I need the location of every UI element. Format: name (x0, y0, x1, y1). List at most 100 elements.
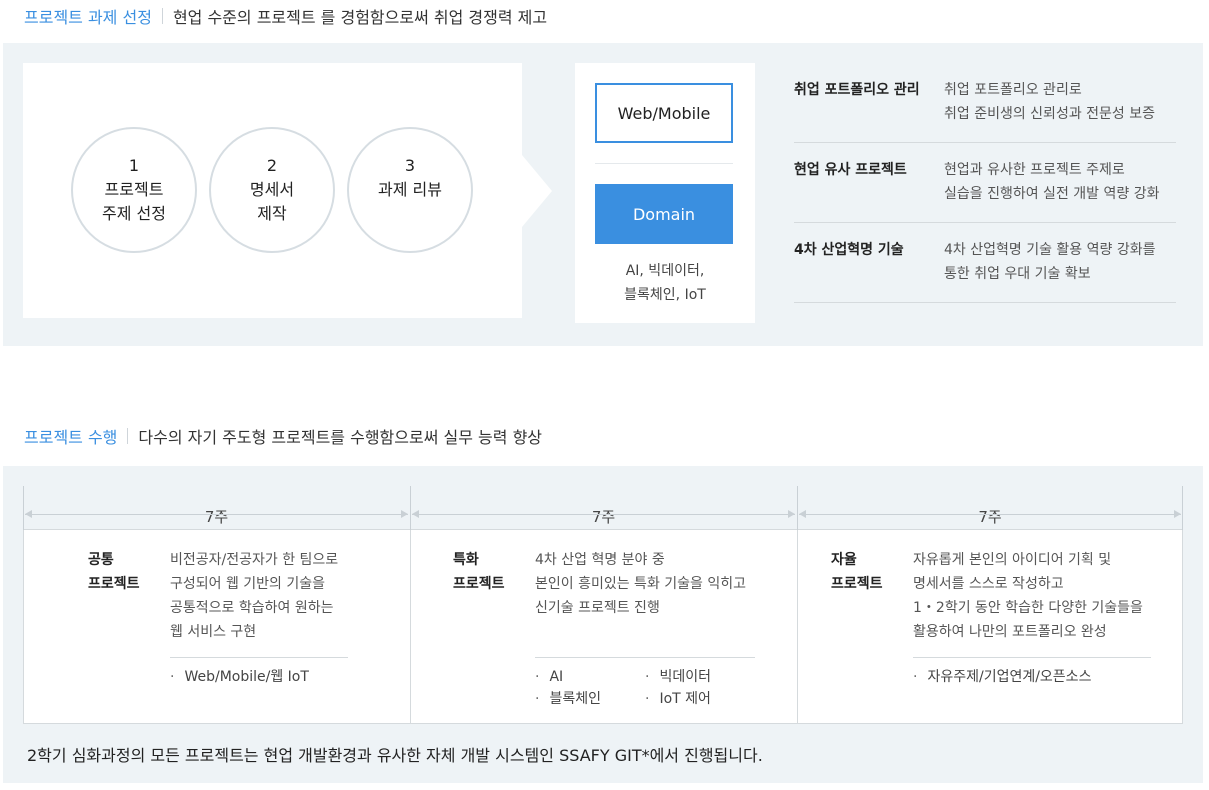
weeks-label: 7주 (978, 508, 1002, 526)
project-body: 특화 프로젝트 4차 산업 혁명 분야 중 본인이 흥미있는 특화 기술을 익히… (410, 530, 797, 724)
tech-tag: IoT 제어 (645, 688, 710, 710)
domain-desc-line: AI, 빅데이터, (625, 263, 705, 279)
benefit-desc-line: 실습을 진행하여 실전 개발 역량 강화 (944, 186, 1160, 202)
desc-line: 웹 서비스 구현 (170, 624, 257, 640)
arrow-right-icon (401, 510, 408, 518)
benefit-desc-line: 현업과 유사한 프로젝트 주제로 (944, 162, 1125, 178)
desc-line: 자유롭게 본인의 아이디어 기획 및 (913, 552, 1112, 568)
web-mobile-label: Web/Mobile (595, 83, 733, 143)
project-title-line: 프로젝트 (831, 576, 883, 592)
divider (535, 657, 755, 658)
project-title-line: 프로젝트 (88, 576, 140, 592)
step-number: 2 (266, 156, 278, 175)
domain-desc-line: 블록체인, IoT (624, 287, 706, 303)
arrow-left-icon (25, 510, 32, 518)
desc-line: 본인이 흥미있는 특화 기술을 익히고 (535, 576, 746, 592)
project-title: 공통 프로젝트 (88, 548, 140, 596)
benefit-desc: 4차 산업혁명 기술 활용 역량 강화를 통한 취업 우대 기술 확보 (944, 238, 1155, 286)
step-label: 과제 리뷰 (378, 180, 442, 199)
desc-line: 비전공자/전공자가 한 팀으로 (170, 552, 339, 568)
section-subtitle: 현업 수준의 프로젝트 를 경험함으로써 취업 경쟁력 제고 (172, 8, 548, 27)
project-title-line: 자율 (831, 552, 857, 568)
desc-line: 구성되어 웹 기반의 기술을 (170, 576, 326, 592)
domain-label: Domain (595, 184, 733, 244)
step-label: 주제 선정 (102, 204, 166, 223)
tech-tag: AI (535, 666, 563, 688)
project-column-autonomous: 7주 자율 프로젝트 자유롭게 본인의 아이디어 기획 및 명세서를 스스로 작… (797, 486, 1183, 724)
desc-line: 공통적으로 학습하여 원하는 (170, 600, 334, 616)
benefit-title: 현업 유사 프로젝트 (794, 162, 907, 178)
tech-tag: Web/Mobile/웹 IoT (170, 666, 308, 688)
section-subtitle: 다수의 자기 주도형 프로젝트를 수행함으로써 실무 능력 향상 (138, 428, 543, 447)
tech-tag: 블록체인 (535, 688, 601, 710)
tech-tag: 빅데이터 (645, 666, 711, 688)
project-description: 자유롭게 본인의 아이디어 기획 및 명세서를 스스로 작성하고 1・2학기 동… (913, 548, 1143, 644)
benefit-desc-line: 4차 산업혁명 기술 활용 역량 강화를 (944, 242, 1156, 258)
step-circle-1: 1 프로젝트 주제 선정 (71, 127, 197, 253)
weeks-span-line (25, 514, 408, 515)
section-title-highlight: 프로젝트 과제 선정 (24, 8, 152, 27)
benefit-desc-line: 취업 준비생의 신뢰성과 전문성 보증 (944, 106, 1155, 122)
arrow-right-icon (788, 510, 795, 518)
domain-description: AI, 빅데이터, 블록체인, IoT (575, 259, 755, 307)
weeks-header: 7주 (23, 486, 410, 530)
weeks-header: 7주 (797, 486, 1183, 530)
step-circle-3: 3 과제 리뷰 (347, 127, 473, 253)
weeks-header: 7주 (410, 486, 797, 530)
desc-line: 1・2학기 동안 학습한 다양한 기술들을 (913, 600, 1143, 616)
steps-box: 1 프로젝트 주제 선정 2 명세서 제작 3 과제 리뷰 (23, 63, 522, 318)
project-title: 특화 프로젝트 (453, 548, 505, 596)
project-description: 4차 산업 혁명 분야 중 본인이 흥미있는 특화 기술을 익히고 신기술 프로… (535, 548, 746, 620)
project-columns: 7주 공통 프로젝트 비전공자/전공자가 한 팀으로 구성되어 웹 기반의 기술… (23, 486, 1183, 724)
section-header-project-selection: 프로젝트 과제 선정 현업 수준의 프로젝트 를 경험함으로써 취업 경쟁력 제… (24, 4, 547, 28)
project-description: 비전공자/전공자가 한 팀으로 구성되어 웹 기반의 기술을 공통적으로 학습하… (170, 548, 338, 644)
benefit-title: 취업 포트폴리오 관리 (794, 82, 920, 98)
benefit-item: 현업 유사 프로젝트 현업과 유사한 프로젝트 주제로 실습을 진행하여 실전 … (794, 143, 1176, 223)
tech-tag: 자유주제/기업연계/오픈소스 (913, 666, 1091, 688)
desc-line: 명세서를 스스로 작성하고 (913, 576, 1064, 592)
step-label: 프로젝트 (104, 180, 164, 199)
arrow-left-icon (412, 510, 419, 518)
project-type-box: Web/Mobile Domain AI, 빅데이터, 블록체인, IoT (575, 63, 755, 323)
arrow-right-icon (1174, 510, 1181, 518)
step-circle-2: 2 명세서 제작 (209, 127, 335, 253)
weeks-label: 7주 (591, 508, 616, 526)
project-column-specialized: 7주 특화 프로젝트 4차 산업 혁명 분야 중 본인이 흥미있는 특화 기술을… (410, 486, 797, 724)
project-title: 자율 프로젝트 (831, 548, 883, 596)
project-body: 공통 프로젝트 비전공자/전공자가 한 팀으로 구성되어 웹 기반의 기술을 공… (23, 530, 410, 724)
divider (161, 8, 163, 24)
step-label: 명세서 (249, 180, 295, 199)
project-column-common: 7주 공통 프로젝트 비전공자/전공자가 한 팀으로 구성되어 웹 기반의 기술… (23, 486, 410, 724)
footnote: 2학기 심화과정의 모든 프로젝트는 현업 개발환경과 유사한 자체 개발 시스… (27, 746, 763, 765)
section-title-highlight: 프로젝트 수행 (24, 428, 118, 447)
benefit-desc: 현업과 유사한 프로젝트 주제로 실습을 진행하여 실전 개발 역량 강화 (944, 158, 1159, 206)
section-header-project-execution: 프로젝트 수행 다수의 자기 주도형 프로젝트를 수행함으로써 실무 능력 향상 (24, 424, 542, 448)
divider (595, 163, 733, 164)
benefit-title: 4차 산업혁명 기술 (794, 242, 904, 258)
weeks-label: 7주 (204, 508, 229, 526)
benefit-item: 취업 포트폴리오 관리 취업 포트폴리오 관리로 취업 준비생의 신뢰성과 전문… (794, 63, 1176, 143)
benefit-desc-line: 취업 포트폴리오 관리로 (944, 82, 1082, 98)
project-body: 자율 프로젝트 자유롭게 본인의 아이디어 기획 및 명세서를 스스로 작성하고… (797, 530, 1183, 724)
desc-line: 활용하여 나만의 포트폴리오 완성 (913, 624, 1107, 640)
step-number: 1 (128, 156, 140, 175)
project-title-line: 프로젝트 (453, 576, 505, 592)
project-selection-panel: 1 프로젝트 주제 선정 2 명세서 제작 3 과제 리뷰 Web/Mobile… (3, 43, 1203, 346)
benefit-desc-line: 통한 취업 우대 기술 확보 (944, 266, 1091, 282)
arrow-right-icon (522, 155, 552, 227)
arrow-left-icon (799, 510, 806, 518)
weeks-span-line (412, 514, 795, 515)
project-execution-panel: 7주 공통 프로젝트 비전공자/전공자가 한 팀으로 구성되어 웹 기반의 기술… (3, 466, 1203, 783)
project-title-line: 공통 (88, 552, 114, 568)
benefit-desc: 취업 포트폴리오 관리로 취업 준비생의 신뢰성과 전문성 보증 (944, 78, 1155, 126)
benefit-item: 4차 산업혁명 기술 4차 산업혁명 기술 활용 역량 강화를 통한 취업 우대… (794, 223, 1176, 303)
divider (913, 657, 1151, 658)
project-title-line: 특화 (453, 552, 479, 568)
divider (170, 657, 348, 658)
desc-line: 4차 산업 혁명 분야 중 (535, 552, 665, 568)
benefits-list: 취업 포트폴리오 관리 취업 포트폴리오 관리로 취업 준비생의 신뢰성과 전문… (794, 63, 1176, 303)
step-label: 제작 (257, 204, 287, 223)
step-number: 3 (404, 156, 416, 175)
divider (127, 428, 129, 444)
weeks-span-line (799, 514, 1181, 515)
